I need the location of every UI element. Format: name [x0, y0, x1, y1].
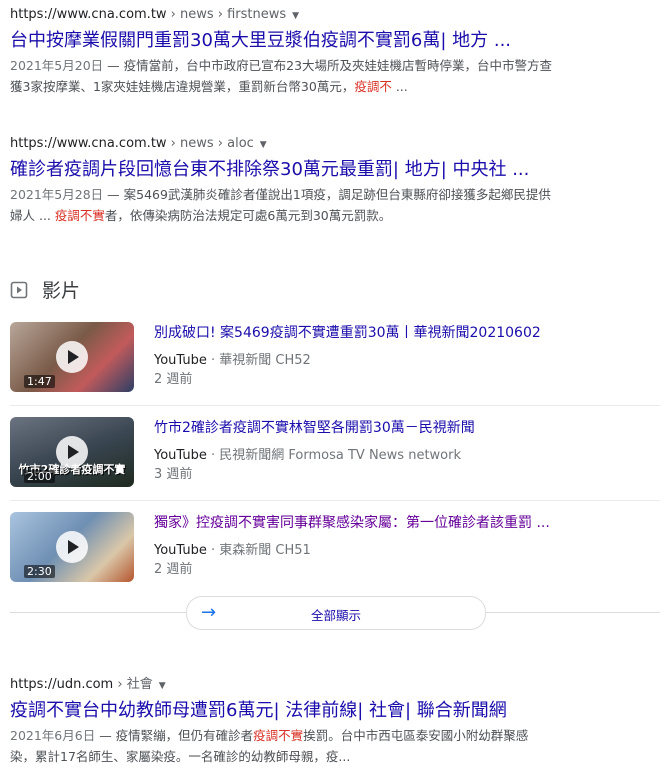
divider [10, 500, 660, 501]
result-snippet: 2021年6月6日 — 疫情緊繃，但仍有確診者疫調不實挨罰。台中市西屯區泰安國小… [10, 725, 650, 767]
snippet-highlight: 疫調不 [354, 79, 392, 94]
chevron-down-icon[interactable]: ▼ [260, 136, 267, 154]
video-channel: · 華視新聞 CH52 [206, 353, 311, 368]
result-domain: https://www.cna.com.tw [10, 136, 167, 151]
videos-section-header: 影片 [10, 276, 80, 303]
section-title: 影片 [42, 280, 81, 302]
snippet-text: — 疫情緊繃，但仍有確診者 [95, 728, 254, 743]
video-icon [10, 281, 28, 299]
result-path: › news › aloc [166, 136, 254, 151]
video-duration: 2:00 [24, 470, 55, 483]
play-icon [56, 436, 88, 468]
video-channel: · 東森新聞 CH51 [206, 543, 311, 558]
video-title-link[interactable]: 竹市2確診者疫調不實林智堅各開罰30萬－民視新聞 [154, 417, 654, 439]
result-date: 2021年5月28日 [10, 187, 104, 202]
result-snippet: 2021年5月28日 — 案5469武漢肺炎確診者僅說出1項疫，調足跡但台東縣府… [10, 184, 650, 226]
result-title-link[interactable]: 確診者疫調片段回憶台東不排除祭30萬元最重罰| 地方| 中央社 ... [10, 158, 650, 182]
snippet-highlight: 疫調不實 [253, 728, 304, 743]
video-age: 2 週前 [154, 562, 193, 577]
result-url[interactable]: https://www.cna.com.tw › news › firstnew… [10, 6, 650, 25]
video-info: 獨家》控疫調不實害同事群聚感染家屬：第一位確診者該重罰 ... YouTube … [154, 512, 654, 580]
result-domain: https://www.cna.com.tw [10, 7, 167, 22]
show-all-videos-button[interactable]: → 全部顯示 [186, 596, 486, 630]
snippet-text: 挨罰。台中市西屯區泰安國小附幼群聚感 [303, 728, 529, 743]
video-platform: YouTube [154, 543, 207, 558]
divider [10, 405, 660, 406]
snippet-text: — 案5469武漢肺炎確診者僅說出1項疫，調足跡但台東縣府卻接獲多起鄉民提供 [103, 187, 551, 202]
video-thumbnail[interactable]: 2:30 [10, 512, 134, 582]
snippet-text: 婦人 ... [10, 208, 55, 223]
video-source: YouTube · 民視新聞網 Formosa TV News network [154, 447, 654, 465]
video-info: 別成破口! 案5469疫調不實遭重罰30萬丨華視新聞20210602 YouTu… [154, 322, 654, 390]
video-source: YouTube · 東森新聞 CH51 [154, 542, 654, 560]
video-channel: · 民視新聞網 Formosa TV News network [206, 448, 461, 463]
show-all-label: 全部顯示 [310, 608, 361, 623]
result-url[interactable]: https://www.cna.com.tw › news › aloc ▼ [10, 135, 650, 154]
snippet-text: 獲3家按摩業、1家夾娃娃機店違規營業，重罰新台幣30萬元， [10, 79, 355, 94]
result-url[interactable]: https://udn.com › 社會 ▼ [10, 676, 650, 695]
video-result[interactable]: 1:47 別成破口! 案5469疫調不實遭重罰30萬丨華視新聞20210602 … [10, 322, 660, 398]
video-result[interactable]: 2:30 獨家》控疫調不實害同事群聚感染家屬：第一位確診者該重罰 ... You… [10, 512, 660, 588]
video-duration: 1:47 [24, 375, 55, 388]
result-path: › 社會 [113, 677, 153, 692]
result-date: 2021年6月6日 [10, 728, 96, 743]
video-thumbnail[interactable]: 1:47 [10, 322, 134, 392]
video-age: 2 週前 [154, 372, 193, 387]
result-title-link[interactable]: 疫調不實台中幼教師母遭罰6萬元| 法律前線| 社會| 聯合新聞網 [10, 699, 650, 723]
snippet-text: — 疫情當前，台中市政府已宣布23大場所及夾娃娃機店暫時停業，台中市警方查 [103, 58, 553, 73]
result-snippet: 2021年5月20日 — 疫情當前，台中市政府已宣布23大場所及夾娃娃機店暫時停… [10, 55, 650, 97]
play-icon [56, 341, 88, 373]
video-info: 竹市2確診者疫調不實林智堅各開罰30萬－民視新聞 YouTube · 民視新聞網… [154, 417, 654, 485]
chevron-down-icon[interactable]: ▼ [292, 7, 299, 25]
video-title-link[interactable]: 別成破口! 案5469疫調不實遭重罰30萬丨華視新聞20210602 [154, 322, 654, 344]
video-platform: YouTube [154, 448, 207, 463]
video-title-link[interactable]: 獨家》控疫調不實害同事群聚感染家屬：第一位確診者該重罰 ... [154, 512, 654, 534]
snippet-text: 染，累計17名師生、家屬染疫。一名確診的幼教師母親，疫... [10, 749, 351, 764]
result-title-link[interactable]: 台中按摩業假關門重罰30萬大里豆漿伯疫調不實罰6萬| 地方 ... [10, 29, 650, 53]
result-date: 2021年5月20日 [10, 58, 104, 73]
video-result[interactable]: 竹市2確診者疫調不實 2:00 竹市2確診者疫調不實林智堅各開罰30萬－民視新聞… [10, 417, 660, 493]
result-domain: https://udn.com [10, 677, 114, 692]
video-platform: YouTube [154, 353, 207, 368]
result-path: › news › firstnews [166, 7, 287, 22]
chevron-down-icon[interactable]: ▼ [159, 677, 166, 695]
video-source: YouTube · 華視新聞 CH52 [154, 352, 654, 370]
snippet-text: ... [391, 79, 408, 94]
search-result: https://www.cna.com.tw › news › firstnew… [10, 6, 650, 97]
play-icon [56, 531, 88, 563]
snippet-text: 者，依傳染病防治法規定可處6萬元到30萬元罰款。 [104, 208, 392, 223]
video-thumbnail[interactable]: 竹市2確診者疫調不實 2:00 [10, 417, 134, 487]
snippet-highlight: 疫調不實 [54, 208, 105, 223]
video-age: 3 週前 [154, 467, 193, 482]
search-result: https://www.cna.com.tw › news › aloc ▼ 確診… [10, 135, 650, 226]
search-result: https://udn.com › 社會 ▼ 疫調不實台中幼教師母遭罰6萬元| 法… [10, 676, 650, 767]
video-duration: 2:30 [24, 565, 55, 578]
